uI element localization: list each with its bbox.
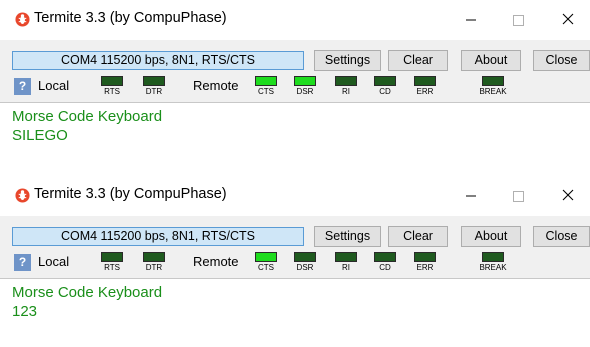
led-rts: RTS: [101, 252, 123, 278]
led-err-lamp: [414, 252, 436, 262]
terminal-output[interactable]: Morse Code Keyboard 123: [0, 278, 590, 347]
port-status-button[interactable]: COM4 115200 bps, 8N1, RTS/CTS: [12, 227, 304, 246]
led-dtr: DTR: [143, 76, 165, 102]
led-break-label: BREAK: [479, 87, 507, 96]
led-rts-lamp: [101, 76, 123, 86]
led-rts-lamp: [101, 252, 123, 262]
led-cd-label: CD: [379, 263, 391, 272]
toolbar: COM4 115200 bps, 8N1, RTS/CTS Settings C…: [0, 216, 590, 248]
led-dsr-lamp: [294, 76, 316, 86]
led-ri: RI: [335, 76, 357, 102]
led-dsr: DSR: [294, 76, 316, 102]
minimize-icon[interactable]: [450, 6, 492, 34]
termite-window-2: Termite 3.3 (by CompuPhase) COM4 115200 …: [0, 176, 590, 347]
termite-window-1: Termite 3.3 (by CompuPhase) COM4 115200 …: [0, 0, 590, 171]
settings-button[interactable]: Settings: [314, 50, 381, 71]
about-button[interactable]: About: [461, 226, 521, 247]
terminal-line: Morse Code Keyboard: [12, 284, 163, 301]
window-title: Termite 3.3 (by CompuPhase): [34, 186, 227, 202]
led-cd-lamp: [374, 252, 396, 262]
led-cd-lamp: [374, 76, 396, 86]
led-err-label: ERR: [416, 87, 434, 96]
close-button[interactable]: Close: [533, 226, 590, 247]
termite-icon: [15, 188, 30, 203]
close-button[interactable]: Close: [533, 50, 590, 71]
led-dtr-label: DTR: [145, 87, 163, 96]
clear-button[interactable]: Clear: [388, 226, 448, 247]
led-err: ERR: [414, 252, 436, 278]
led-dsr: DSR: [294, 252, 316, 278]
led-cts-label: CTS: [258, 263, 274, 272]
minimize-icon[interactable]: [450, 182, 492, 210]
terminal-line: SILEGO: [12, 127, 68, 144]
led-cts: CTS: [255, 252, 277, 278]
led-ri-label: RI: [342, 263, 350, 272]
remote-label: Remote: [193, 78, 239, 93]
led-break: BREAK: [479, 76, 507, 102]
led-cts-lamp: [255, 76, 277, 86]
led-rts: RTS: [101, 76, 123, 102]
settings-button[interactable]: Settings: [314, 226, 381, 247]
led-err-lamp: [414, 76, 436, 86]
led-rts-label: RTS: [104, 87, 120, 96]
status-bar: ? Local RTS DTR Remote CTS DSR RI CD ERR…: [0, 248, 590, 278]
local-label: Local: [38, 254, 70, 269]
terminal-line: Morse Code Keyboard: [12, 108, 163, 125]
close-icon[interactable]: [547, 182, 589, 210]
led-break: BREAK: [479, 252, 507, 278]
toolbar: COM4 115200 bps, 8N1, RTS/CTS Settings C…: [0, 40, 590, 72]
remote-label: Remote: [193, 254, 239, 269]
led-cts: CTS: [255, 76, 277, 102]
title-bar[interactable]: Termite 3.3 (by CompuPhase): [0, 0, 590, 40]
led-dtr-label: DTR: [145, 263, 163, 272]
maximize-icon[interactable]: [497, 182, 539, 210]
led-dtr-lamp: [143, 76, 165, 86]
led-dsr-lamp: [294, 252, 316, 262]
led-dtr: DTR: [143, 252, 165, 278]
led-dsr-label: DSR: [296, 263, 314, 272]
about-button[interactable]: About: [461, 50, 521, 71]
terminal-line: 123: [12, 303, 38, 320]
led-err-label: ERR: [416, 263, 434, 272]
maximize-icon[interactable]: [497, 6, 539, 34]
led-cts-label: CTS: [258, 87, 274, 96]
close-icon[interactable]: [547, 6, 589, 34]
led-dtr-lamp: [143, 252, 165, 262]
led-ri-lamp: [335, 76, 357, 86]
led-break-lamp: [482, 252, 504, 262]
led-cts-lamp: [255, 252, 277, 262]
window-title: Termite 3.3 (by CompuPhase): [34, 10, 227, 26]
port-status-button[interactable]: COM4 115200 bps, 8N1, RTS/CTS: [12, 51, 304, 70]
termite-icon: [15, 12, 30, 27]
led-break-lamp: [482, 76, 504, 86]
help-icon[interactable]: ?: [14, 254, 31, 271]
led-rts-label: RTS: [104, 263, 120, 272]
local-label: Local: [38, 78, 70, 93]
led-break-label: BREAK: [479, 263, 507, 272]
led-cd: CD: [374, 252, 396, 278]
led-cd-label: CD: [379, 87, 391, 96]
led-ri-label: RI: [342, 87, 350, 96]
status-bar: ? Local RTS DTR Remote CTS DSR RI CD ERR…: [0, 72, 590, 102]
led-cd: CD: [374, 76, 396, 102]
led-err: ERR: [414, 76, 436, 102]
led-dsr-label: DSR: [296, 87, 314, 96]
clear-button[interactable]: Clear: [388, 50, 448, 71]
terminal-output[interactable]: Morse Code Keyboard SILEGO: [0, 102, 590, 171]
help-icon[interactable]: ?: [14, 78, 31, 95]
led-ri: RI: [335, 252, 357, 278]
title-bar[interactable]: Termite 3.3 (by CompuPhase): [0, 176, 590, 216]
led-ri-lamp: [335, 252, 357, 262]
